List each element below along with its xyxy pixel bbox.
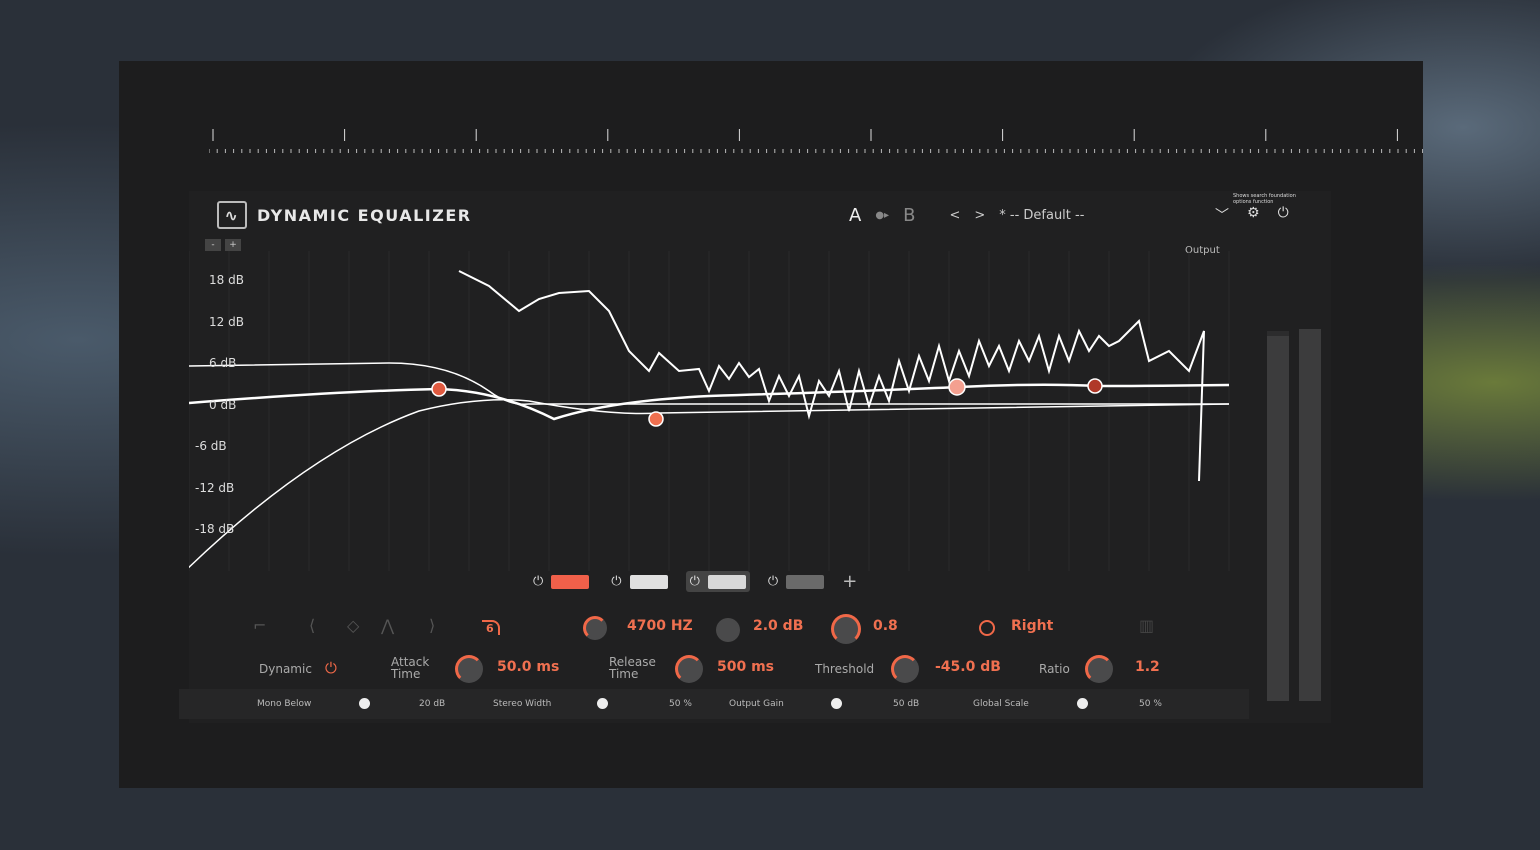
band-color-swatch[interactable] — [786, 574, 825, 589]
band-selector: ⏻ ⏻ ⏻ ⏻ + — [529, 571, 857, 592]
global-scale-slider[interactable] — [1077, 698, 1088, 709]
band-color-swatch[interactable] — [629, 574, 668, 589]
add-band-button[interactable]: + — [842, 571, 857, 592]
mono-below-slider[interactable] — [359, 698, 370, 709]
dynamics-parameters: Dynamic ⏻ Attack Time 50.0 ms Release Ti… — [239, 653, 1339, 687]
band-tab-1[interactable]: ⏻ — [529, 571, 593, 592]
trash-icon[interactable]: ▥ — [1139, 616, 1154, 635]
eq-graph[interactable] — [189, 191, 1239, 571]
output-gain-slider[interactable] — [831, 698, 842, 709]
db-axis-label: 6 dB — [209, 356, 237, 370]
band-parameters: ⌐ ⟨ ◇ ⋀ ⟩ 6 4700 HZ 2.0 dB 0.8 Right ▥ — [239, 614, 1339, 646]
db-axis-label: -12 dB — [195, 480, 235, 495]
tooltip: Shows search foundation options function — [1233, 193, 1296, 205]
q-knob[interactable] — [831, 614, 861, 644]
stereo-channel-icon[interactable] — [979, 620, 995, 636]
stereo-width-value: 50 % — [669, 699, 692, 709]
dynamic-power-icon[interactable]: ⏻ — [325, 659, 337, 677]
band-tab-3[interactable]: ⏻ — [685, 571, 750, 592]
dynamic-equalizer-plugin: ∿ DYNAMIC EQUALIZER - + A ●▸ B < > * -- … — [179, 191, 1331, 723]
ratio-knob[interactable] — [1085, 655, 1113, 683]
band-node-4 — [1087, 378, 1103, 394]
band-color-swatch[interactable] — [551, 574, 590, 589]
release-value[interactable]: 500 ms — [717, 659, 774, 675]
global-scale-label: Global Scale — [973, 699, 1029, 709]
db-axis-label: -6 dB — [195, 439, 227, 453]
dynamic-label: Dynamic — [259, 662, 312, 676]
attack-knob[interactable] — [455, 655, 483, 683]
frequency-value[interactable]: 4700 HZ — [627, 618, 693, 634]
bell-shape-icon[interactable]: ⋀ — [381, 616, 394, 635]
low-shelf-shape-icon[interactable]: ⌐ — [253, 616, 266, 635]
stereo-width-label: Stereo Width — [493, 699, 552, 709]
attack-value[interactable]: 50.0 ms — [497, 659, 559, 675]
release-label: Release Time — [609, 655, 656, 681]
band-node-3 — [948, 378, 966, 396]
band-tab-4[interactable]: ⏻ — [764, 571, 828, 592]
release-knob[interactable] — [675, 655, 703, 683]
output-gain-value: 50 dB — [893, 699, 920, 709]
band-color-swatch[interactable] — [707, 574, 746, 589]
db-axis-label: -18 dB — [195, 522, 235, 536]
channel-value[interactable]: Right — [1011, 618, 1053, 634]
band-power-icon[interactable]: ⏻ — [533, 574, 543, 589]
low-cut-shape-icon[interactable]: ⟨ — [309, 616, 315, 635]
mono-below-value: 20 dB — [419, 699, 446, 709]
ratio-value[interactable]: 1.2 — [1135, 659, 1160, 675]
db-axis-label: 0 dB — [209, 397, 237, 412]
band-tab-2[interactable]: ⏻ — [607, 571, 671, 592]
power-icon[interactable]: ⏻ — [1278, 205, 1289, 225]
band-node-1 — [431, 381, 447, 397]
mono-below-label: Mono Below — [257, 699, 312, 709]
ratio-label: Ratio — [1039, 662, 1070, 676]
q-value[interactable]: 0.8 — [873, 618, 898, 634]
band-power-icon[interactable]: ⏻ — [690, 574, 700, 589]
frequency-knob[interactable] — [583, 616, 607, 640]
band-power-icon[interactable]: ⏻ — [768, 574, 778, 589]
threshold-value[interactable]: -45.0 dB — [935, 659, 1001, 675]
band-node-2 — [648, 411, 664, 427]
gear-icon[interactable]: ⚙ — [1247, 205, 1260, 225]
filter-order[interactable]: 6 — [482, 620, 500, 635]
gain-knob[interactable] — [716, 618, 740, 642]
high-shelf-shape-icon[interactable]: ⟩ — [429, 616, 435, 635]
ruler — [209, 129, 1423, 153]
plugin-screen: ∿ DYNAMIC EQUALIZER - + A ●▸ B < > * -- … — [119, 61, 1423, 788]
global-scale-value: 50 % — [1139, 699, 1162, 709]
db-axis-label: 18 dB — [209, 273, 244, 287]
db-axis-label: 12 dB — [209, 314, 244, 329]
gain-value[interactable]: 2.0 dB — [753, 618, 803, 634]
output-gain-label: Output Gain — [729, 699, 784, 709]
threshold-knob[interactable] — [891, 655, 919, 683]
band-power-icon[interactable]: ⏻ — [611, 574, 621, 589]
global-parameters: Mono Below 20 dB Stereo Width 50 % Outpu… — [179, 689, 1249, 719]
stereo-width-slider[interactable] — [597, 698, 608, 709]
spectrum-curve — [458, 270, 1205, 482]
threshold-label: Threshold — [815, 662, 875, 676]
attack-label: Attack Time — [391, 655, 430, 681]
notch-shape-icon[interactable]: ◇ — [347, 616, 359, 635]
